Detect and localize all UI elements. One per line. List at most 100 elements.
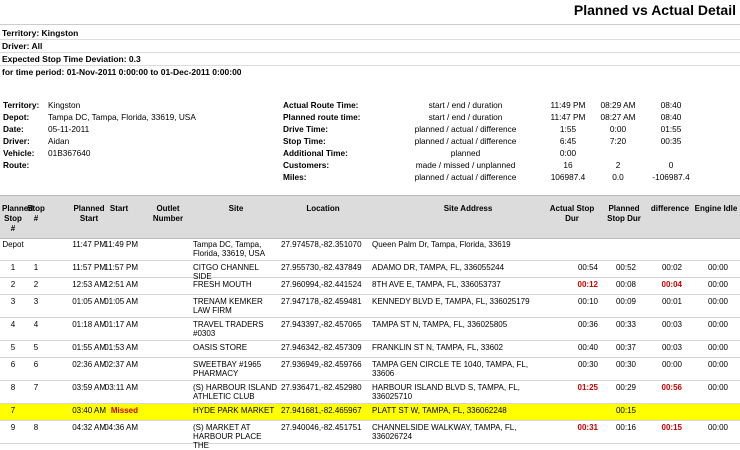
metric-2-v1: 1:55 [559,124,577,134]
cell-pdur: 00:15 [615,406,636,415]
metric-4-desc: planned [450,148,481,158]
col-planned-stop-dur: Planned Stop Dur [607,204,641,223]
cell-s: 4 [33,320,39,329]
cell-idle: 00:00 [707,297,728,306]
cell-adur: 00:40 [577,343,598,352]
cell-s: 3 [33,297,39,306]
route-label: Route: [3,160,30,170]
param-territory: Territory: Kingston [2,28,79,38]
cell-start: 12:51 AM [104,280,138,289]
metric-3-v1: 6:45 [559,136,577,146]
col-location: Location [306,204,340,213]
cell-loc: 27.941681,-82.465967 [281,406,362,415]
col-planned-stop: Planned Stop # [2,204,34,233]
territory-value: Kingston [48,100,81,110]
cell-pstart: 11:57 PM [72,263,106,272]
cell-s: 8 [33,423,39,432]
cell-site: OASIS STORE [193,343,248,352]
date-value: 05-11-2011 [48,124,90,134]
col-difference: difference [650,204,690,213]
cell-start: 11:49 PM [104,240,138,249]
depot-label: Depot: [3,112,30,122]
param-driver: Driver: All [0,39,740,52]
cell-diff: 00:02 [661,263,682,272]
metric-0-desc: start / end / duration [428,100,503,110]
report-parameters: Territory: Kingston Driver: All Expected… [0,27,740,78]
table-row[interactable]: 8 7 03:59 AM 03:11 AM (S) HARBOUR ISLAND ATH… [0,381,740,404]
cell-loc: 27.955730,-82.437849 [281,263,362,272]
cell-addr: PLATT ST W, TAMPA, FL, 336062248 [372,406,507,415]
col-start: Start [109,204,129,213]
cell-ps: 1 [10,263,16,272]
cell-pstart: 03:40 AM [72,406,106,415]
metric-2-v2: 0:00 [609,124,627,134]
metric-4-v3 [645,148,697,159]
table-row[interactable]: 6 6 02:36 AM 02:37 AM SWEETBAY #1965 PHARMAC… [0,358,740,381]
metric-6-v2: 0.0 [612,172,624,182]
metric-1-v3: 08:40 [660,112,682,122]
cell-addr: 8TH AVE E, TAMPA, FL, 336053737 [372,280,501,289]
table-row[interactable]: 5 5 01:55 AM 01:53 AM OASIS STORE 27.946342,-… [0,341,740,358]
cell-diff: 00:01 [661,297,682,306]
cell-start: 04:36 AM [104,423,138,432]
cell-diff: 00:04 [661,280,682,289]
cell-idle: 00:00 [707,320,728,329]
table-body: Depot 11:47 PM 11:49 PM Tampa DC, Tampa, Fl… [0,238,740,450]
cell-pdur: 00:33 [615,320,636,329]
cell-addr: HARBOUR ISLAND BLVD S, TAMPA, FL, 336025… [372,383,520,401]
table-row[interactable]: 2 2 12:53 AM 12:51 AM FRESH MOUTH 27.960994,-… [0,278,740,295]
table-row[interactable]: 1 1 11:57 PM 11:57 PM CITGO CHANNEL SIDE 27.9… [0,261,740,281]
metric-3-v2: 7:20 [609,136,627,146]
cell-adur: 00:31 [577,423,598,432]
param-period: for time period: 01-Nov-2011 0:00:00 to … [0,65,740,78]
cell-start: 01:53 AM [104,343,138,352]
cell-addr: KENNEDY BLVD E, TAMPA, FL, 336025179 [372,297,530,306]
cell-idle: 00:00 [707,423,728,432]
cell-site: Tampa DC, Tampa, Florida, 33619, USA [193,240,266,258]
cell-start: 02:37 AM [104,360,138,369]
metric-6-v3: -106987.4 [652,172,690,182]
cell-loc: 27.940046,-82.451751 [281,423,362,432]
table-row[interactable]: 4 4 01:18 AM 01:17 AM TRAVEL TRADERS #0303 27… [0,318,740,341]
cell-pdur: 00:16 [615,423,636,432]
metric-3-label: Stop Time: [283,136,326,146]
metric-0-v2: 08:29 AM [600,100,636,110]
cell-ps: 5 [10,343,16,352]
metric-3-v3: 00:35 [660,136,682,146]
metric-5-v3: 0 [668,160,674,170]
table-row[interactable]: Depot 11:47 PM 11:49 PM Tampa DC, Tampa, Fl… [0,238,740,261]
cell-ps: Depot [2,240,24,249]
cell-pdur: 00:30 [615,360,636,369]
metric-5-desc: made / missed / unplanned [415,160,516,170]
col-engine-idle: Engine Idle [694,204,738,213]
cell-pdur: 00:09 [615,297,636,306]
cell-site: FRESH MOUTH [193,280,252,289]
cell-s: 1 [33,263,39,272]
cell-start: 01:05 AM [104,297,138,306]
metric-1-v2: 08:27 AM [600,112,636,122]
table-row[interactable]: 3 3 01:05 AM 01:05 AM TRENAM KEMKER LAW FIRM… [0,295,740,318]
col-outlet-number: Outlet Number [152,204,184,223]
cell-addr: Queen Palm Dr, Tampa, Florida, 33619 [372,240,511,249]
cell-adur: 00:54 [577,263,598,272]
metric-6-v1: 106987.4 [550,172,586,182]
cell-ps: 2 [10,280,16,289]
cell-loc: 27.947178,-82.459481 [281,297,362,306]
cell-start: Missed [110,406,138,415]
date-label: Date: [3,124,24,134]
metric-5-v1: 16 [563,160,573,170]
param-deviation: Expected Stop Time Deviation: 0.3 [0,52,740,65]
col-actual-stop-dur: Actual Stop Dur [549,204,595,223]
driver-value: Aidan [48,136,70,146]
route-info: Territory: Kingston Depot: Tampa DC, Tam… [0,100,740,190]
cell-pstart: 03:59 AM [72,383,106,392]
vehicle-value: 01B367640 [48,148,91,158]
table-row[interactable]: 7 03:40 AM Missed HYDE PARK MARKET 27.941681… [0,404,740,421]
cell-ps: 3 [10,297,16,306]
cell-addr: ADAMO DR, TAMPA, FL, 336055244 [372,263,505,272]
cell-idle: 00:00 [707,343,728,352]
col-stop: Stop # [27,204,45,223]
driver-label: Driver: [3,136,30,146]
table-row[interactable]: 9 8 04:32 AM 04:36 AM (S) MARKET AT HARBOUR … [0,421,740,450]
metric-4-label: Additional Time: [283,148,348,158]
